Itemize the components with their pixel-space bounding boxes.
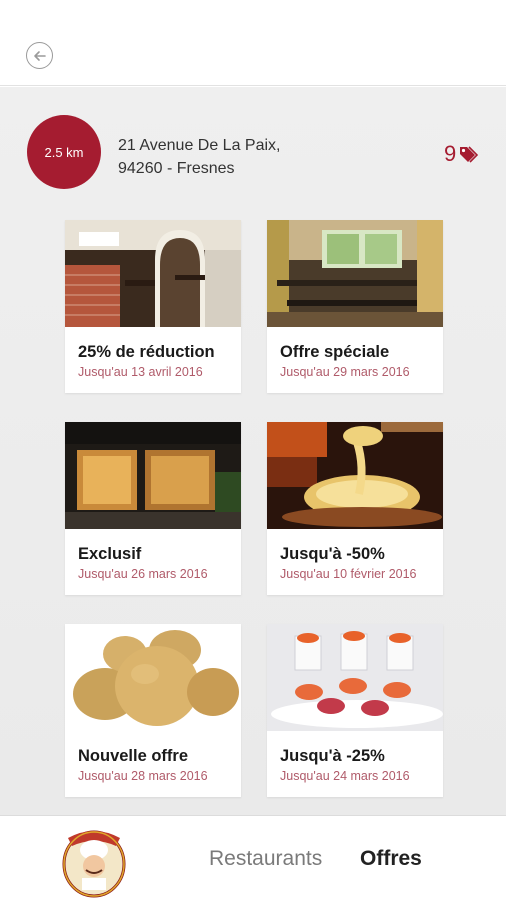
offer-title: Jusqu'à -50% <box>280 545 385 563</box>
offer-title: Offre spéciale <box>280 343 390 361</box>
top-app-bar <box>0 0 506 86</box>
restaurant-address: 21 Avenue De La Paix, 94260 - Fresnes <box>118 134 281 180</box>
offer-title: Exclusif <box>78 545 142 563</box>
offer-count-badge[interactable]: 9 <box>444 141 479 167</box>
offer-date: Jusqu'au 28 mars 2016 <box>78 769 208 783</box>
potatoes-photo <box>65 624 241 731</box>
bottom-navigation: Restaurants Offres <box>0 815 506 900</box>
tab-offres[interactable]: Offres <box>360 847 422 871</box>
offer-card[interactable]: Exclusif Jusqu'au 26 mars 2016 <box>65 422 241 595</box>
distance-badge: 2.5 km <box>27 115 101 189</box>
restaurant-interior-photo <box>65 220 241 327</box>
offer-date: Jusqu'au 26 mars 2016 <box>78 567 208 581</box>
cheese-fondue-photo <box>267 422 443 529</box>
offer-card[interactable]: Nouvelle offre Jusqu'au 28 mars 2016 <box>65 624 241 797</box>
offer-date: Jusqu'au 29 mars 2016 <box>280 365 410 379</box>
offer-card[interactable]: Offre spéciale Jusqu'au 29 mars 2016 <box>267 220 443 393</box>
offer-title: 25% de réduction <box>78 343 215 361</box>
tags-icon <box>460 146 479 163</box>
offer-count: 9 <box>444 141 457 166</box>
offer-title: Jusqu'à -25% <box>280 747 385 765</box>
offer-title: Nouvelle offre <box>78 747 189 765</box>
dining-room-photo <box>267 220 443 327</box>
back-button[interactable] <box>26 42 53 69</box>
offer-date: Jusqu'au 13 avril 2016 <box>78 365 203 379</box>
offer-card[interactable]: 25% de réduction Jusqu'au 13 avril 2016 <box>65 220 241 393</box>
tab-restaurants[interactable]: Restaurants <box>209 847 322 871</box>
chef-logo[interactable] <box>58 820 130 898</box>
offer-card[interactable]: Jusqu'à -50% Jusqu'au 10 février 2016 <box>267 422 443 595</box>
offers-screen: 2.5 km 21 Avenue De La Paix, 94260 - Fre… <box>0 87 506 815</box>
offer-card[interactable]: Jusqu'à -25% Jusqu'au 24 mars 2016 <box>267 624 443 797</box>
back-arrow-icon <box>33 50 46 61</box>
offer-date: Jusqu'au 24 mars 2016 <box>280 769 410 783</box>
bistro-storefront-photo <box>65 422 241 529</box>
address-line-1: 21 Avenue De La Paix, <box>118 137 281 154</box>
appetizers-photo <box>267 624 443 731</box>
address-line-2: 94260 - Fresnes <box>118 160 235 177</box>
offer-date: Jusqu'au 10 février 2016 <box>280 567 417 581</box>
